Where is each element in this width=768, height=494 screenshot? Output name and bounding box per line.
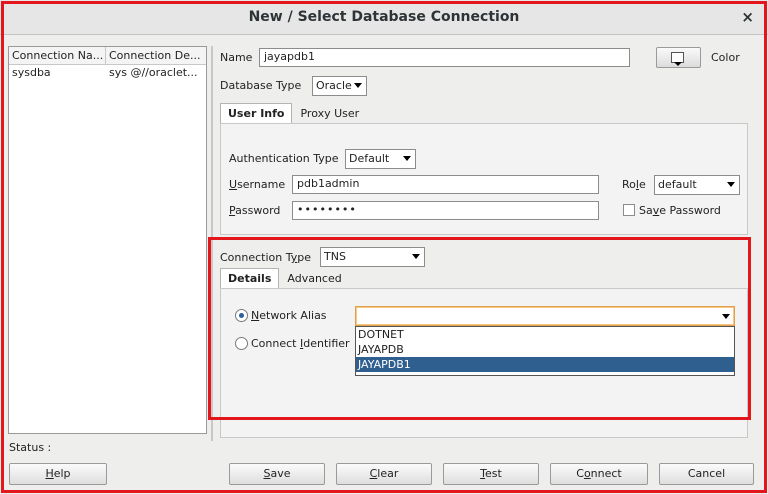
network-alias-label: Network Alias (251, 309, 327, 322)
connection-name-cell: sysdba (12, 66, 51, 79)
authentication-type-select[interactable]: Default (345, 149, 416, 169)
alias-option-jayapdb[interactable]: JAYAPDB (356, 342, 734, 357)
chevron-down-icon (354, 83, 362, 88)
role-value: default (658, 178, 697, 191)
chevron-down-icon (403, 156, 411, 161)
database-type-value: Oracle (316, 79, 352, 92)
username-label: Username (229, 178, 286, 191)
list-item[interactable]: sysdba sys @//oraclet... (9, 65, 206, 81)
chevron-down-icon (722, 314, 730, 319)
connect-button[interactable]: Connect (550, 463, 648, 485)
panel-splitter[interactable] (211, 46, 213, 441)
cancel-button[interactable]: Cancel (659, 463, 754, 485)
test-button[interactable]: Test (443, 463, 539, 485)
role-select[interactable]: default (654, 175, 740, 195)
connection-type-select[interactable]: TNS (320, 247, 425, 267)
name-label: Name (220, 51, 253, 64)
clear-button[interactable]: Clear (336, 463, 432, 485)
status-label: Status : (9, 441, 52, 454)
connection-type-value: TNS (324, 250, 346, 263)
connection-tabs: Details Advanced (220, 268, 350, 289)
chevron-down-icon (674, 62, 682, 66)
tab-proxy-user[interactable]: Proxy User (292, 103, 367, 124)
title-bar: New / Select Database Connection × (0, 0, 768, 35)
dialog-title: New / Select Database Connection (248, 9, 520, 25)
network-alias-select[interactable] (355, 306, 735, 326)
role-label: Role (622, 178, 646, 191)
list-header: Connection Na... Connection De... (9, 47, 206, 65)
new-select-connection-dialog: New / Select Database Connection × Conne… (0, 0, 768, 494)
column-header-connection-details[interactable]: Connection De... (106, 47, 203, 64)
connection-details-cell: sys @//oraclet... (109, 66, 198, 79)
color-picker-button[interactable] (656, 47, 701, 68)
database-type-select[interactable]: Oracle (312, 76, 367, 96)
alias-option-jayapdb1[interactable]: JAYAPDB1 (356, 357, 734, 372)
password-label: Password (229, 204, 281, 217)
alias-option-dotnet[interactable]: DOTNET (356, 327, 734, 342)
network-alias-dropdown[interactable]: DOTNET JAYAPDB JAYAPDB1 (355, 326, 735, 376)
chevron-down-icon (412, 254, 420, 259)
color-label: Color (711, 51, 740, 64)
authentication-type-value: Default (349, 152, 390, 165)
chevron-down-icon (727, 182, 735, 187)
tab-advanced[interactable]: Advanced (279, 268, 349, 289)
tab-user-info[interactable]: User Info (220, 103, 293, 124)
help-button[interactable]: Help (9, 463, 107, 485)
network-alias-radio[interactable] (235, 309, 248, 322)
save-button[interactable]: Save (229, 463, 325, 485)
close-icon[interactable]: × (741, 8, 754, 26)
connect-identifier-label: Connect Identifier (251, 337, 350, 350)
connection-type-label: Connection Type (220, 251, 312, 264)
connect-identifier-radio[interactable] (235, 337, 248, 350)
authentication-type-label: Authentication Type (229, 152, 339, 165)
save-password-label: Save Password (639, 204, 721, 217)
user-tabs: User Info Proxy User (220, 103, 367, 124)
tab-details[interactable]: Details (220, 268, 280, 289)
connection-list[interactable]: Connection Na... Connection De... sysdba… (8, 46, 207, 434)
name-input[interactable]: jayapdb1 (259, 48, 630, 67)
column-header-connection-name[interactable]: Connection Na... (9, 47, 106, 64)
database-type-label: Database Type (220, 79, 302, 92)
save-password-checkbox[interactable] (623, 204, 635, 216)
password-input[interactable]: •••••••• (292, 201, 599, 220)
username-input[interactable]: pdb1admin (292, 175, 599, 194)
